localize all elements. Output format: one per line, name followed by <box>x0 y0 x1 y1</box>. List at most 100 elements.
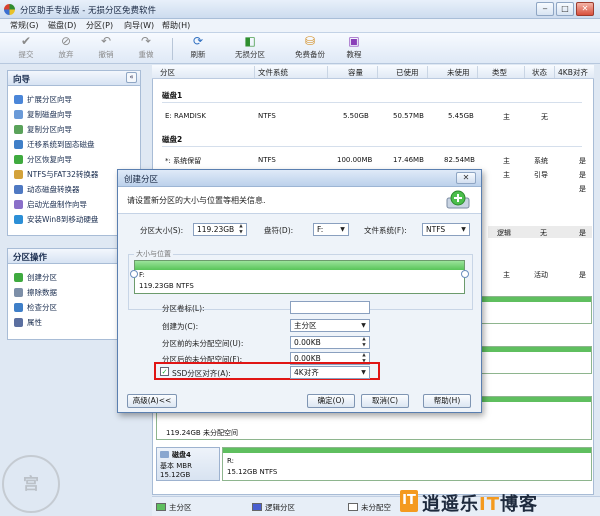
cell-used: 50.57MB <box>393 112 424 120</box>
windows-icon <box>14 215 23 224</box>
help-button[interactable]: 帮助(H) <box>423 394 471 408</box>
legend-logical: 逻辑分区 <box>265 503 295 512</box>
col-separator <box>377 66 378 78</box>
cell-status: 活动 <box>534 271 548 279</box>
drive-letter-value: F: <box>317 225 324 234</box>
collapse-icon[interactable]: « <box>126 72 137 83</box>
undo-button[interactable]: ↶ 撤销 <box>86 35 126 63</box>
create-as-label: 创建为(C): <box>162 322 199 331</box>
chevron-down-icon: ▼ <box>361 369 366 376</box>
create-as-select[interactable]: 主分区 ▼ <box>290 319 370 332</box>
lossless-partition-label: 无损分区 <box>235 50 265 59</box>
right-resize-handle[interactable] <box>461 270 469 278</box>
brand-text-a: 逍遥乐 <box>422 494 479 515</box>
dialog-title: 创建分区 <box>124 175 159 185</box>
table-header: 分区 文件系统 容量 已使用 未使用 类型 状态 4KB对齐 <box>152 65 594 79</box>
size-stepper[interactable]: 119.23GB ▲ ▼ <box>193 223 247 236</box>
wizard-panel-title: 向导 <box>13 75 31 85</box>
table-row[interactable]: *: 系统保留 NTFS 100.00MB 17.46MB 82.54MB 主 … <box>153 154 593 166</box>
toolbar: ✔ 提交 ⊘ 放弃 ↶ 撤销 ↷ 重做 ⟳ 刷新 ◧ 无损分区 ⛁ 免费备份 ▣… <box>0 33 600 64</box>
cell-4k-align: 是 <box>579 271 586 279</box>
space-before-stepper[interactable]: 0.00KB ▲ ▼ <box>290 336 370 349</box>
discard-icon: ⊘ <box>60 34 72 48</box>
col-filesystem[interactable]: 文件系统 <box>258 67 288 78</box>
brand-text-b: 博客 <box>499 494 538 515</box>
ssd-alignment-select[interactable]: 4K对齐 ▼ <box>290 366 370 379</box>
op-label: 创建分区 <box>27 273 57 282</box>
spin-arrows-icon: ▲ ▼ <box>362 337 366 348</box>
col-status[interactable]: 状态 <box>532 67 547 78</box>
col-type[interactable]: 类型 <box>492 67 507 78</box>
discard-button[interactable]: ⊘ 放弃 <box>46 35 86 63</box>
wizard-item-label: 分区恢复向导 <box>27 155 72 164</box>
col-4k-align[interactable]: 4KB对齐 <box>558 67 588 78</box>
partition-desc: 15.12GB NTFS <box>227 468 278 476</box>
menu-help[interactable]: 帮助(H) <box>162 20 190 31</box>
col-separator <box>554 66 555 78</box>
advanced-button[interactable]: 高级(A)<< <box>127 394 177 408</box>
maximize-button[interactable]: □ <box>556 2 574 16</box>
brand-text: 逍遥乐IT博客 <box>422 490 538 516</box>
col-unused[interactable]: 未使用 <box>447 67 470 78</box>
menu-partition[interactable]: 分区(P) <box>86 20 113 31</box>
cell-filesystem: NTFS <box>258 156 276 164</box>
app-logo-icon <box>4 4 15 15</box>
table-row[interactable]: E: RAMDISK NTFS 5.50GB 50.57MB 5.45GB 主 … <box>153 110 593 122</box>
cell-unused: 5.45GB <box>448 112 474 120</box>
legend-unallocated: 未分配空 <box>361 503 391 512</box>
disk4-partition-r[interactable]: R: 15.12GB NTFS <box>222 447 592 481</box>
size-label: 分区大小(S): <box>140 226 184 235</box>
disk4-type: 基本 MBR <box>160 462 192 470</box>
menu-wizard[interactable]: 向导(W) <box>124 20 154 31</box>
ok-button[interactable]: 确定(O) <box>307 394 355 408</box>
create-as-value: 主分区 <box>294 321 317 330</box>
window-titlebar[interactable]: 分区助手专业版 - 无损分区免费软件 ‒ □ ✕ <box>0 0 600 19</box>
op-label: 属性 <box>27 318 42 327</box>
dialog-titlebar[interactable]: 创建分区 ✕ <box>118 170 481 187</box>
refresh-icon: ⟳ <box>192 34 204 48</box>
cell-4k-align: 是 <box>579 171 586 179</box>
left-resize-handle[interactable] <box>130 270 138 278</box>
cell-used: 17.46MB <box>393 156 424 164</box>
free-backup-button[interactable]: ⛁ 免费备份 <box>286 35 334 63</box>
create-partition-dialog: 创建分区 ✕ 请设置新分区的大小与位置等相关信息. 分区大小(S): 119.2… <box>117 169 482 413</box>
table-row-logical[interactable]: 逻辑 无 是 <box>488 226 592 238</box>
minimize-button[interactable]: ‒ <box>536 2 554 16</box>
cancel-button[interactable]: 取消(C) <box>361 394 409 408</box>
disk1-group-label: 磁盘1 <box>162 91 183 100</box>
drive-letter-label: 盘符(D): <box>264 226 294 235</box>
redo-icon: ↷ <box>140 34 152 48</box>
tutorial-button[interactable]: ▣ 教程 <box>334 35 374 63</box>
menu-general[interactable]: 常规(G) <box>10 20 38 31</box>
spin-arrows-icon: ▲ ▼ <box>239 224 243 235</box>
unallocated-space-label: 119.24GB 未分配空间 <box>166 429 238 437</box>
cell-capacity: 5.50GB <box>343 112 369 120</box>
dialog-close-button[interactable]: ✕ <box>456 172 476 184</box>
menu-disk[interactable]: 磁盘(D) <box>48 20 76 31</box>
commit-button[interactable]: ✔ 提交 <box>6 35 46 63</box>
tutorial-icon: ▣ <box>348 34 360 48</box>
disk4-info[interactable]: 磁盘4 基本 MBR 15.12GB <box>156 447 220 481</box>
properties-icon <box>14 318 23 327</box>
lossless-partition-button[interactable]: ◧ 无损分区 <box>226 35 274 63</box>
free-backup-label: 免费备份 <box>295 50 325 59</box>
cell-type: 主 <box>503 157 510 165</box>
disk4-name: 磁盘4 <box>172 451 191 459</box>
redo-button[interactable]: ↷ 重做 <box>126 35 166 63</box>
commit-label: 提交 <box>18 50 34 59</box>
cell-status: 无 <box>540 229 547 237</box>
refresh-button[interactable]: ⟳ 刷新 <box>178 35 218 63</box>
partition-size-bar[interactable]: F: 119.23GB NTFS <box>134 260 465 294</box>
col-capacity[interactable]: 容量 <box>348 67 363 78</box>
drive-letter-select[interactable]: F: ▼ <box>313 223 349 236</box>
col-used[interactable]: 已使用 <box>396 67 419 78</box>
ssd-alignment-checkbox[interactable]: ✓ <box>160 367 169 376</box>
close-button[interactable]: ✕ <box>576 2 594 16</box>
disk4-size: 15.12GB <box>160 471 191 479</box>
wizard-item-label: 安装Win8到移动硬盘 <box>27 215 99 224</box>
cell-unused: 82.54MB <box>444 156 475 164</box>
cell-type: 逻辑 <box>497 229 511 237</box>
filesystem-select[interactable]: NTFS ▼ <box>422 223 470 236</box>
volume-label-input[interactable] <box>290 301 370 314</box>
col-partition[interactable]: 分区 <box>160 67 175 78</box>
